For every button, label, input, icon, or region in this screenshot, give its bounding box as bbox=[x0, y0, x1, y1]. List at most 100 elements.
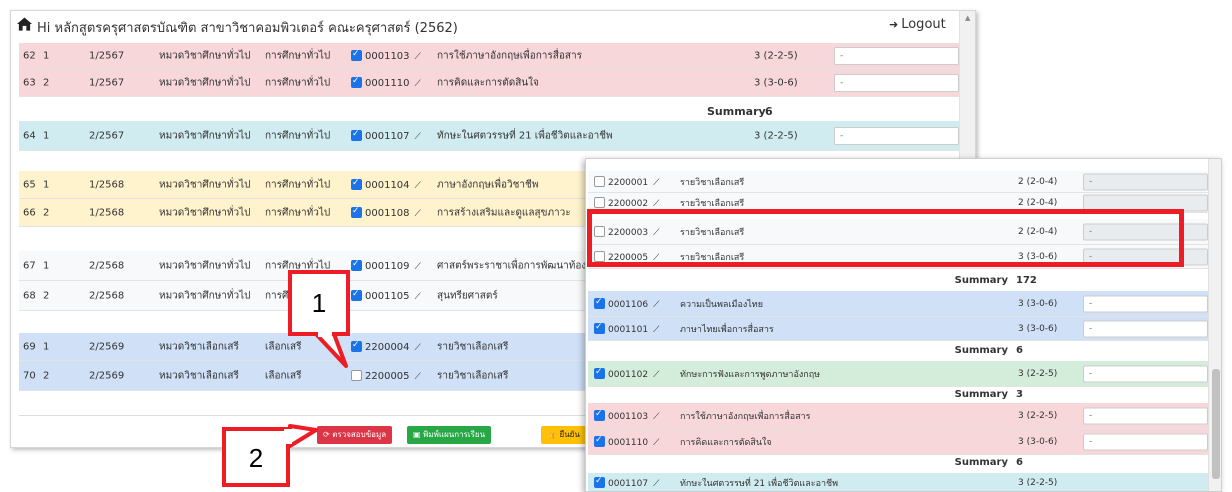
chart-icon[interactable]: ⟋ bbox=[415, 262, 421, 272]
row-course-code: 0001109 ⟋ bbox=[351, 259, 421, 272]
chart-icon[interactable]: ⟋ bbox=[653, 178, 659, 188]
logout-link[interactable]: ➜ Logout bbox=[889, 17, 946, 32]
row-group: หมวดวิชาศึกษาทั่วไป bbox=[159, 207, 251, 218]
chart-icon[interactable]: ⟋ bbox=[415, 132, 421, 142]
chart-icon[interactable]: ⟋ bbox=[653, 479, 659, 489]
course-checkbox[interactable] bbox=[594, 297, 605, 309]
verify-label: ตรวจสอบข้อมูล bbox=[332, 430, 387, 439]
row-credit: 3 (2-2-5) bbox=[1018, 368, 1058, 379]
row-number: 63 bbox=[23, 77, 36, 88]
row-credit: 2 (2-0-4) bbox=[1018, 197, 1058, 208]
row-credit: 3 (3-0-6) bbox=[1018, 436, 1058, 447]
chart-icon[interactable]: ⟋ bbox=[415, 372, 421, 382]
home-icon[interactable] bbox=[17, 17, 32, 31]
row-course-name: ความเป็นพลเมืองไทย bbox=[680, 299, 763, 310]
row-number: 67 bbox=[23, 260, 36, 271]
course-code: 2200001 bbox=[608, 177, 649, 188]
row-course-name: การสร้างเสริมและดูแลสุขภาวะ bbox=[437, 207, 571, 218]
grade-input[interactable]: - bbox=[1083, 365, 1208, 382]
row-course-code: 0001103 ⟋ bbox=[351, 49, 421, 62]
course-checkbox[interactable] bbox=[594, 367, 605, 379]
row-group: หมวดวิชาศึกษาทั่วไป bbox=[159, 179, 251, 190]
chart-icon[interactable]: ⟋ bbox=[415, 181, 421, 191]
chart-icon[interactable]: ⟋ bbox=[653, 300, 659, 310]
course-checkbox[interactable] bbox=[351, 49, 362, 61]
grade-input[interactable]: - bbox=[1083, 295, 1208, 312]
chart-icon[interactable]: ⟋ bbox=[653, 438, 659, 448]
course-checkbox[interactable] bbox=[594, 435, 605, 447]
chart-icon[interactable]: ⟋ bbox=[415, 79, 421, 89]
scroll-up-icon[interactable]: ▲ bbox=[965, 14, 970, 22]
chart-icon[interactable]: ⟋ bbox=[653, 370, 659, 380]
grade-input[interactable]: - bbox=[834, 73, 959, 92]
row-category: การศึกษาทั่วไป bbox=[265, 207, 331, 218]
course-checkbox[interactable] bbox=[594, 409, 605, 421]
row-number: 66 bbox=[23, 207, 36, 218]
grade-input[interactable]: - bbox=[1083, 433, 1208, 450]
row-number: 70 bbox=[23, 370, 36, 381]
row-group: หมวดวิชาศึกษาทั่วไป bbox=[159, 290, 251, 301]
course-code: 0001102 bbox=[608, 369, 649, 380]
chart-icon[interactable]: ⟋ bbox=[415, 292, 421, 302]
overlay-row: 0001107 ⟋ ทักษะในศตวรรษที่ 21 เพื่อชีวิตแ… bbox=[588, 473, 1208, 491]
row-course-name: สุนทรียศาสตร์ bbox=[437, 290, 498, 301]
grade-input[interactable]: - bbox=[1083, 173, 1208, 190]
summary-value: 172 bbox=[1016, 275, 1037, 286]
summary-label: Summary bbox=[954, 389, 1008, 400]
row-number: 68 bbox=[23, 290, 36, 301]
row-course-name: รายวิชาเลือกเสรี bbox=[437, 341, 509, 352]
course-checkbox[interactable] bbox=[351, 206, 362, 218]
summary-value: 6 bbox=[1016, 457, 1023, 468]
verify-button[interactable]: ⟳ ตรวจสอบข้อมูล bbox=[317, 426, 393, 444]
row-seq: 1 bbox=[43, 341, 50, 352]
table-row: 63 2 1/2567 หมวดวิชาศึกษาทั่วไป การศึกษา… bbox=[19, 69, 959, 97]
row-course-code: 0001107 ⟋ bbox=[351, 129, 421, 142]
course-checkbox[interactable] bbox=[351, 289, 362, 301]
course-checkbox[interactable] bbox=[351, 178, 362, 190]
row-category: เลือกเสรี bbox=[265, 370, 302, 381]
grade-input[interactable]: - bbox=[834, 46, 959, 65]
course-checkbox[interactable] bbox=[351, 76, 362, 88]
course-code: 0001110 bbox=[608, 437, 649, 448]
print-icon: ▣ bbox=[413, 430, 424, 439]
row-course-name: ศาสตร์พระราชาเพื่อการพัฒนาท้องถิ่น bbox=[437, 260, 600, 271]
grade-input[interactable]: - bbox=[1083, 320, 1208, 337]
confirm-button[interactable]: 👍 ยืนยัน bbox=[541, 426, 586, 444]
chart-icon[interactable]: ⟋ bbox=[653, 325, 659, 335]
overlay-row: 2200001 ⟋ รายวิชาเลือกเสรี 2 (2-0-4) - bbox=[588, 171, 1208, 193]
row-course-name: ทักษะในศตวรรษที่ 21 เพื่อชีวิตและอาชีพ bbox=[437, 130, 613, 141]
course-code: 0001105 bbox=[365, 290, 410, 302]
chart-icon[interactable]: ⟋ bbox=[653, 199, 659, 209]
course-checkbox[interactable] bbox=[351, 369, 362, 381]
row-course-code: 0001105 ⟋ bbox=[351, 289, 421, 302]
row-number: 65 bbox=[23, 179, 36, 190]
course-checkbox[interactable] bbox=[594, 175, 605, 187]
row-term: 2/2568 bbox=[89, 260, 125, 271]
grade-input[interactable]: - bbox=[1083, 407, 1208, 424]
row-number: 62 bbox=[23, 50, 36, 61]
summary-row: Summary 6 bbox=[19, 101, 959, 121]
summary-label: Summary bbox=[954, 345, 1008, 356]
course-code: 0001109 bbox=[365, 260, 410, 272]
course-checkbox[interactable] bbox=[351, 340, 362, 352]
row-category: เลือกเสรี bbox=[265, 341, 302, 352]
row-course-code: 2200005 ⟋ bbox=[351, 369, 421, 382]
table-row: 62 1 1/2567 หมวดวิชาศึกษาทั่วไป การศึกษา… bbox=[19, 43, 959, 69]
row-course-name: ทักษะในศตวรรษที่ 21 เพื่อชีวิตและอาชีพ bbox=[680, 479, 839, 489]
course-checkbox[interactable] bbox=[594, 476, 605, 488]
chart-icon[interactable]: ⟋ bbox=[415, 52, 421, 62]
course-checkbox[interactable] bbox=[594, 196, 605, 208]
chart-icon[interactable]: ⟋ bbox=[415, 343, 421, 353]
chart-icon[interactable]: ⟋ bbox=[415, 209, 421, 219]
overlay-scrollbar[interactable] bbox=[1208, 159, 1221, 491]
row-seq: 1 bbox=[43, 50, 50, 61]
summary-row: Summary 3 bbox=[588, 389, 1208, 403]
print-button[interactable]: ▣ พิมพ์แผนการเรียน bbox=[407, 426, 492, 444]
row-credit: 3 (2-2-5) bbox=[754, 50, 798, 61]
course-checkbox[interactable] bbox=[594, 322, 605, 334]
chart-icon[interactable]: ⟋ bbox=[653, 412, 659, 422]
course-checkbox[interactable] bbox=[351, 129, 362, 141]
course-checkbox[interactable] bbox=[351, 259, 362, 271]
grade-input[interactable]: - bbox=[834, 126, 959, 145]
scrollbar-thumb[interactable] bbox=[1212, 369, 1220, 479]
